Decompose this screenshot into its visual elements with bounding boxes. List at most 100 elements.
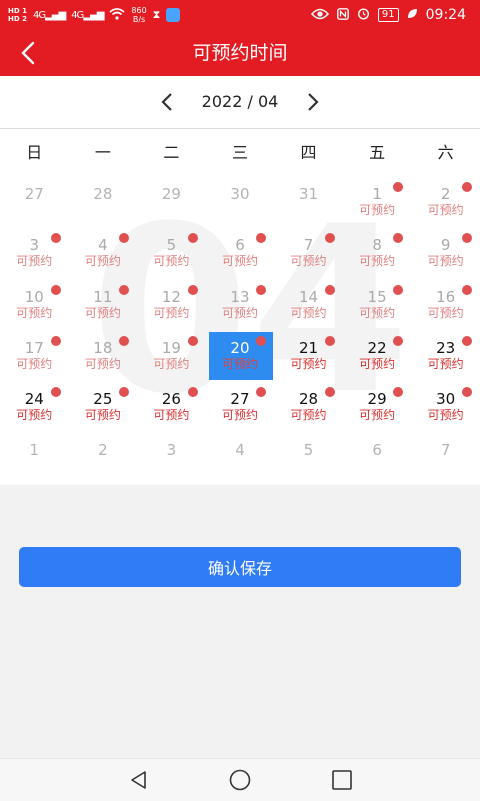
day-cell[interactable]: 18 可预约 [69,331,138,382]
day-cell[interactable]: 3 可预约 [0,228,69,279]
available-tag: 可预约 [221,305,258,320]
available-tag: 可预约 [84,408,121,423]
day-cell[interactable]: 17 可预约 [0,331,69,382]
day-cell[interactable]: 2 [69,433,138,484]
confirm-save-button[interactable]: 确认保存 [19,547,461,587]
day-number: 7 [440,441,451,460]
day-cell[interactable]: 19 可预约 [137,331,206,382]
day-cell[interactable]: 2 可预约 [411,177,480,228]
day-cell[interactable]: 6 可预约 [206,228,275,279]
day-number: 1 [29,441,40,460]
day-cell[interactable]: 5 [274,433,343,484]
next-month-button[interactable] [298,86,328,118]
available-dot-icon [461,182,472,192]
day-cell[interactable]: 12 可预约 [137,280,206,331]
back-button[interactable] [12,37,44,69]
prev-month-button[interactable] [152,86,182,118]
day-cell[interactable]: 11 可预约 [69,280,138,331]
available-tag: 可预约 [153,356,190,371]
app-header: 可预约时间 [0,30,480,76]
day-cell[interactable]: 8 可预约 [343,228,412,279]
available-tag: 可预约 [359,254,396,269]
page-title: 可预约时间 [192,42,288,64]
available-tag: 可预约 [290,254,327,269]
chevron-left-icon [21,41,35,65]
day-cell[interactable]: 1 [0,433,69,484]
available-tag: 可预约 [290,408,327,423]
day-cell[interactable]: 14 可预约 [274,280,343,331]
available-tag: 可预约 [16,305,53,320]
day-cell[interactable]: 28 可预约 [274,382,343,433]
day-cell[interactable]: 21 可预约 [274,331,343,382]
weekday-label: 六 [437,143,454,162]
available-dot-icon [324,335,335,346]
day-cell[interactable]: 31 [274,177,343,228]
available-tag: 可预约 [16,254,53,269]
day-cell[interactable]: 7 可预约 [274,228,343,279]
available-dot-icon [50,335,61,346]
available-tag: 可预约 [427,305,464,320]
day-cell[interactable]: 28 [69,177,138,228]
battery-icon: 91 [377,8,399,22]
day-cell[interactable]: 15 可预约 [343,280,412,331]
day-cell[interactable]: 7 [411,433,480,484]
day-cell[interactable]: 4 可预约 [69,228,138,279]
sig1-label: 4G [32,9,46,21]
system-home-button[interactable] [226,767,254,793]
day-cell-selected[interactable]: 20 可预约 [206,331,275,382]
available-tag: 可预约 [84,305,121,320]
day-cell[interactable]: 16 可预约 [411,280,480,331]
day-number: 3 [166,441,177,460]
day-cell[interactable]: 27 可预约 [206,382,275,433]
day-cell[interactable]: 24 可预约 [0,382,69,433]
circle-home-icon [229,769,251,791]
day-cell[interactable]: 22 可预约 [343,331,412,382]
day-cell[interactable]: 5 可预约 [137,228,206,279]
weekday-label: 五 [369,143,386,162]
triangle-back-icon [131,771,146,789]
day-number: 6 [372,441,382,460]
available-dot-icon [119,284,130,295]
battery-level: 91 [381,9,395,20]
net-speed-unit: B/s [132,15,146,24]
day-cell[interactable]: 26 可预约 [137,382,206,433]
hourglass-icon: ⧗ [152,8,161,21]
available-dot-icon [187,284,198,295]
weekday-label: 二 [163,143,180,162]
day-number: 2 [98,441,108,460]
available-tag: 可预约 [84,356,121,371]
day-cell[interactable]: 1 可预约 [343,177,412,228]
system-recents-button[interactable] [328,767,356,793]
day-cell[interactable]: 30 可预约 [411,382,480,433]
day-cell[interactable]: 27 [0,177,69,228]
signal-icon-2: 4G▂▄▆ [71,9,104,21]
day-cell[interactable]: 6 [343,433,412,484]
day-cell[interactable]: 30 [206,177,275,228]
day-cell[interactable]: 29 可预约 [343,382,412,433]
available-dot-icon [187,233,198,244]
day-cell[interactable]: 3 [137,433,206,484]
day-grid: 27 28 29 30 31 1 可预约 2 可预约 3 可预约 4 可预约 5 可预约 6 可预约 7 可预约 8 可… [0,177,480,485]
available-dot-icon [119,335,130,346]
available-tag: 可预约 [427,203,464,217]
available-dot-icon [187,335,198,346]
sig2-label: 4G [71,9,84,21]
available-tag: 可预约 [153,408,190,423]
chevron-left-icon [161,93,172,111]
month-switcher: 2022 / 04 [0,76,480,129]
day-cell[interactable]: 29 [137,177,206,228]
system-back-button[interactable] [125,767,153,793]
day-cell[interactable]: 23 可预约 [411,331,480,382]
available-tag: 可预约 [359,408,396,423]
eye-icon [310,8,329,23]
day-cell[interactable]: 13 可预约 [206,280,275,331]
hd1-label: HD 1 [8,7,27,15]
day-cell[interactable]: 25 可预约 [69,382,138,433]
available-tag: 可预约 [153,254,190,269]
available-tag: 可预约 [427,254,464,269]
available-dot-icon [461,335,472,346]
available-dot-icon [324,284,335,295]
day-cell[interactable]: 10 可预约 [0,280,69,331]
day-cell[interactable]: 4 [206,433,275,484]
day-cell[interactable]: 9 可预约 [411,228,480,279]
